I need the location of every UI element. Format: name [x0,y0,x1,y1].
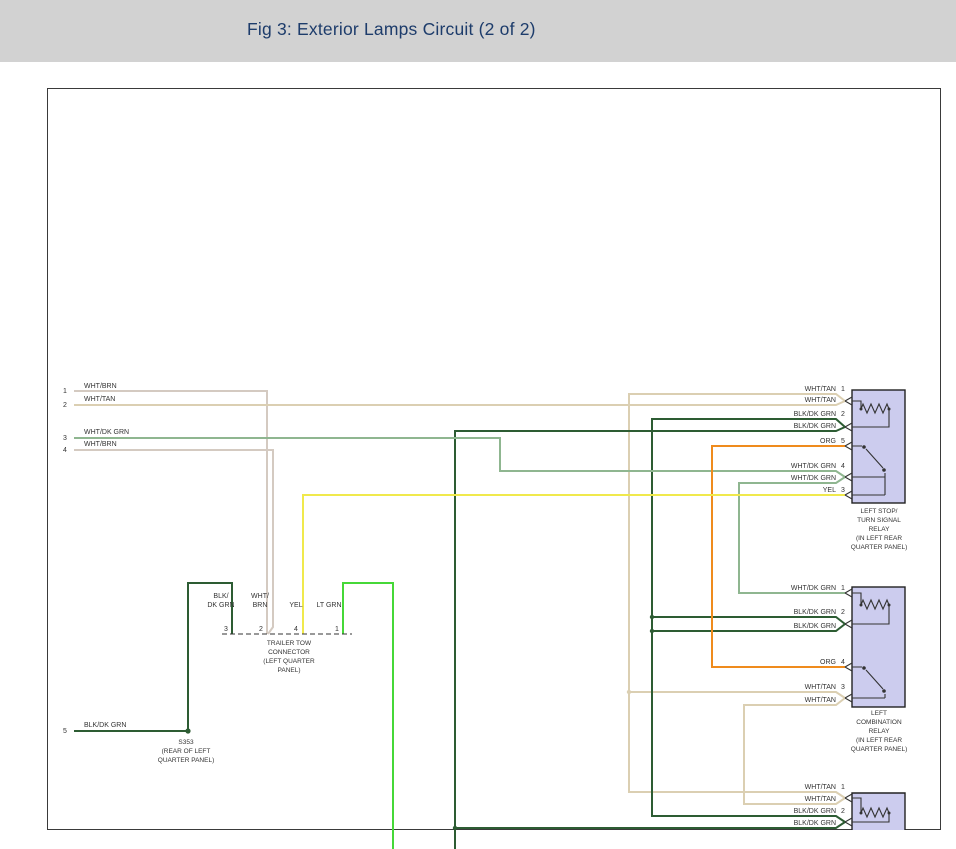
splice-dot-s353 [185,728,190,733]
component-caption: (IN LEFT REAR [856,737,902,744]
wire-lt-grn [343,583,393,849]
pin-number: 3 [224,626,228,633]
wire-label: BLK/DK GRN [794,411,836,418]
wire-label: WHT/TAN [805,697,836,704]
wiring-diagram: 1 WHT/BRN 2 WHT/TAN 3 WHT/DK GRN 4 WHT/B… [0,0,956,849]
pin-number: 1 [841,585,845,592]
wire-label: WHT/TAN [805,796,836,803]
pin-number: 1 [335,626,339,633]
component-caption: TURN SIGNAL [857,517,901,524]
wire-label: WHT/DK GRN [791,463,836,470]
pin-number: 3 [841,684,845,691]
wire-wht-dk-grn-left [74,438,845,477]
component-caption: TRAILER TOW [267,640,312,647]
wire-label: YEL [289,602,302,609]
pin-number: 5 [841,438,845,445]
wire-label: ORG [820,438,836,445]
pin-number: 2 [841,609,845,616]
wire-label: WHT/DK GRN [791,585,836,592]
pin-number: 2 [63,402,67,409]
wire-label: BLK/DK GRN [794,609,836,616]
wire-label: ORG [820,659,836,666]
pin-number: 4 [294,626,298,633]
splice-labels: S353 (REAR OF LEFT QUARTER PANEL) [158,739,214,764]
pin-number: 4 [841,659,845,666]
wire-label: WHT/TAN [805,684,836,691]
wire-label: BLK/DK GRN [794,623,836,630]
component-caption: CONNECTOR [268,649,310,656]
left-pin-labels: 1 WHT/BRN 2 WHT/TAN 3 WHT/DK GRN 4 WHT/B… [63,383,129,735]
component-caption: PANEL) [278,667,301,674]
wire-label: YEL [823,487,836,494]
wire-label: WHT/BRN [84,383,117,390]
pin-number: 2 [259,626,263,633]
splice-name: S353 [178,739,194,746]
wire-label: WHT/TAN [805,397,836,404]
pin-number: 5 [63,728,67,735]
component-caption: QUARTER PANEL) [851,544,907,551]
wire-label: BLK/DK GRN [794,808,836,815]
pin-number: 2 [841,808,845,815]
wire-label: WHT/TAN [84,396,115,403]
wire-label: DK GRN [207,602,234,609]
wire-wht-tan-relay-bus [629,394,845,798]
junction-dot [650,629,654,633]
wire-label: WHT/TAN [805,386,836,393]
wire-group [74,391,845,849]
component-caption: (REAR OF LEFT [162,748,211,755]
pin-number: 1 [841,386,845,393]
pin-number: 4 [63,447,67,454]
wire-label: BLK/DK GRN [794,423,836,430]
junction-dot [453,826,457,830]
wire-label: BLK/DK GRN [84,722,126,729]
pin-number: 1 [841,784,845,791]
junction-dot [650,615,654,619]
pin-number: 1 [63,388,67,395]
pin-number: 3 [841,487,845,494]
wire-label: WHT/ [251,593,269,600]
component-caption: (LEFT QUARTER [263,658,315,665]
component-caption: QUARTER PANEL) [158,757,214,764]
junction-dot [627,690,631,694]
component-caption: LEFT STOP/ [861,508,898,515]
wire-label: WHT/TAN [805,784,836,791]
wire-label: BRN [253,602,268,609]
wire-wht-brn-2 [74,450,273,634]
pin-number: 3 [63,435,67,442]
component-caption: RELAY [869,526,890,533]
wire-label: WHT/BRN [84,441,117,448]
pin-terminal-arrows [845,397,852,826]
wire-wht-brn-1 [74,391,267,634]
wire-label: WHT/DK GRN [791,475,836,482]
component-caption: QUARTER PANEL) [851,746,907,753]
wire-label: BLK/DK GRN [794,820,836,827]
wire-blk-dk-grn-relay3-b [455,822,845,828]
relay3-labels: WHT/TAN WHT/TAN 1 BLK/DK GRN BLK/DK GRN … [794,784,845,827]
pin-number: 2 [841,411,845,418]
wire-label: WHT/DK GRN [84,429,129,436]
diagram-canvas-border [48,89,941,830]
wire-label: BLK/ [213,593,228,600]
component-caption: RELAY [869,728,890,735]
wire-wht-tan-long [74,401,845,405]
wire-yel [303,495,845,634]
component-caption: (IN LEFT REAR [856,535,902,542]
component-caption: LEFT [871,710,887,717]
component-caption: COMBINATION [856,719,902,726]
wire-blk-dk-grn-down [455,427,845,849]
wire-label: LT GRN [316,602,341,609]
pin-number: 4 [841,463,845,470]
